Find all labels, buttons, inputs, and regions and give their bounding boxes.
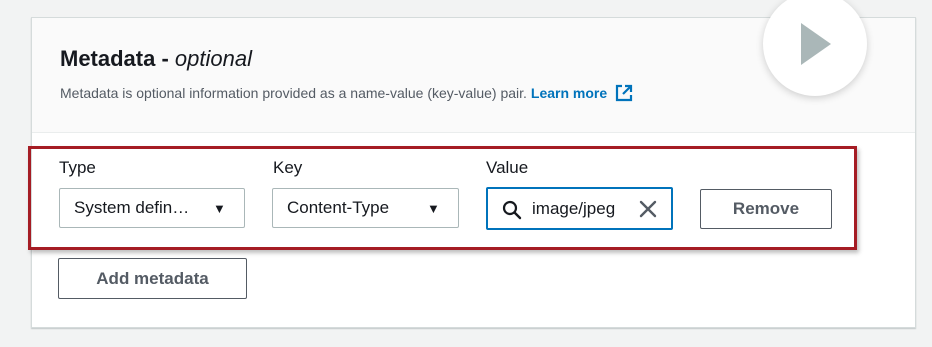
highlight-box (28, 146, 857, 250)
play-icon (801, 23, 831, 65)
learn-more-link[interactable]: Learn more (531, 85, 607, 101)
metadata-description: Metadata is optional information provide… (60, 84, 633, 102)
title-optional: optional (174, 46, 252, 71)
add-metadata-button[interactable]: Add metadata (58, 258, 247, 299)
page-title: Metadata - optional (60, 46, 252, 72)
external-link-icon[interactable] (615, 84, 633, 102)
description-text: Metadata is optional information provide… (60, 85, 527, 101)
title-text: Metadata - (60, 46, 175, 71)
